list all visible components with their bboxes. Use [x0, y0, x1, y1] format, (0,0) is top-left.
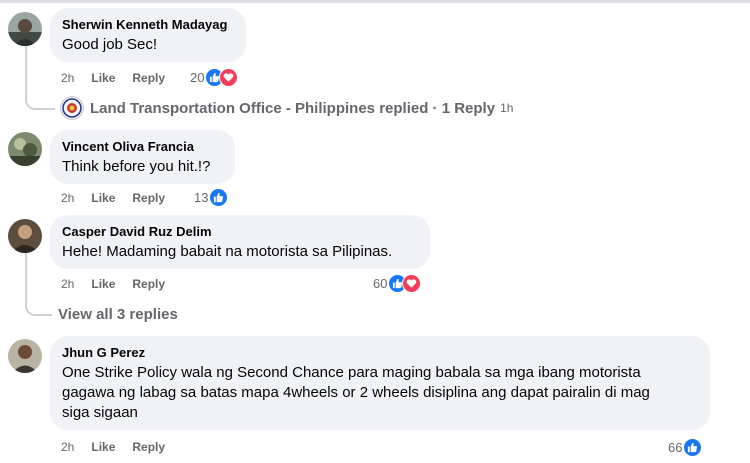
comment-time[interactable]: 2h — [61, 71, 74, 85]
reply-thread-line — [25, 46, 55, 110]
reaction-count: 66 — [668, 439, 683, 455]
like-button[interactable]: Like — [91, 71, 115, 85]
reply-preview[interactable]: Land Transportation Office - Philippines… — [60, 96, 513, 120]
reply-button[interactable]: Reply — [132, 191, 165, 205]
avatar[interactable] — [8, 219, 42, 253]
like-icon — [683, 437, 703, 457]
reply-preview-time: 1h — [500, 101, 514, 115]
like-button[interactable]: Like — [91, 191, 115, 205]
love-icon — [402, 273, 422, 293]
reply-button[interactable]: Reply — [132, 277, 165, 291]
reply-button[interactable]: Reply — [132, 440, 165, 454]
view-all-replies-link[interactable]: View all 3 replies — [58, 306, 178, 323]
comment-author[interactable]: Casper David Ruz Delim — [62, 223, 418, 240]
avatar[interactable] — [8, 12, 42, 46]
top-divider — [0, 0, 750, 3]
comment-actions: 2h Like Reply — [61, 190, 182, 206]
reply-thread-line — [25, 253, 52, 316]
reply-button[interactable]: Reply — [132, 71, 165, 85]
avatar[interactable] — [8, 132, 42, 166]
comment-time[interactable]: 2h — [61, 440, 74, 454]
reaction-summary[interactable]: 60 — [373, 273, 422, 293]
comment-text: Good job Sec! — [62, 36, 158, 53]
like-button[interactable]: Like — [91, 440, 115, 454]
love-icon — [219, 67, 239, 87]
comment-bubble: Jhun G Perez One Strike Policy wala ng S… — [50, 336, 710, 430]
reaction-summary[interactable]: 66 — [668, 437, 703, 457]
comment-author[interactable]: Sherwin Kenneth Madayag — [62, 16, 234, 33]
lto-logo-icon — [60, 96, 84, 120]
reaction-count: 13 — [194, 189, 209, 205]
comment-text-line: gagawa ng labag sa batas mapa 4wheels or… — [62, 384, 650, 401]
like-icon — [209, 187, 229, 207]
avatar[interactable] — [8, 339, 42, 373]
comment-bubble: Vincent Oliva Francia Think before you h… — [50, 130, 235, 184]
comment-actions: 2h Like Reply — [61, 276, 182, 292]
comment-actions: 2h Like Reply — [61, 70, 182, 86]
comment-text-line: One Strike Policy wala ng Second Chance … — [62, 364, 641, 381]
comment-bubble: Sherwin Kenneth Madayag Good job Sec! — [50, 8, 246, 62]
reaction-count: 60 — [373, 275, 388, 291]
comment-time[interactable]: 2h — [61, 277, 74, 291]
comment-text: Hehe! Madaming babait na motorista sa Pi… — [62, 243, 393, 260]
comment-actions: 2h Like Reply — [61, 439, 182, 455]
comment-bubble: Casper David Ruz Delim Hehe! Madaming ba… — [50, 215, 430, 269]
reaction-summary[interactable]: 20 — [190, 67, 239, 87]
reaction-count: 20 — [190, 69, 205, 85]
comment-author[interactable]: Jhun G Perez — [62, 344, 698, 361]
reply-preview-label[interactable]: Land Transportation Office - Philippines… — [90, 100, 495, 117]
reaction-summary[interactable]: 13 — [194, 187, 229, 207]
like-button[interactable]: Like — [91, 277, 115, 291]
comment-text-line: siga sigaan — [62, 404, 138, 421]
comment-text: Think before you hit.!? — [62, 158, 211, 175]
comment-author[interactable]: Vincent Oliva Francia — [62, 138, 223, 155]
comment-time[interactable]: 2h — [61, 191, 74, 205]
